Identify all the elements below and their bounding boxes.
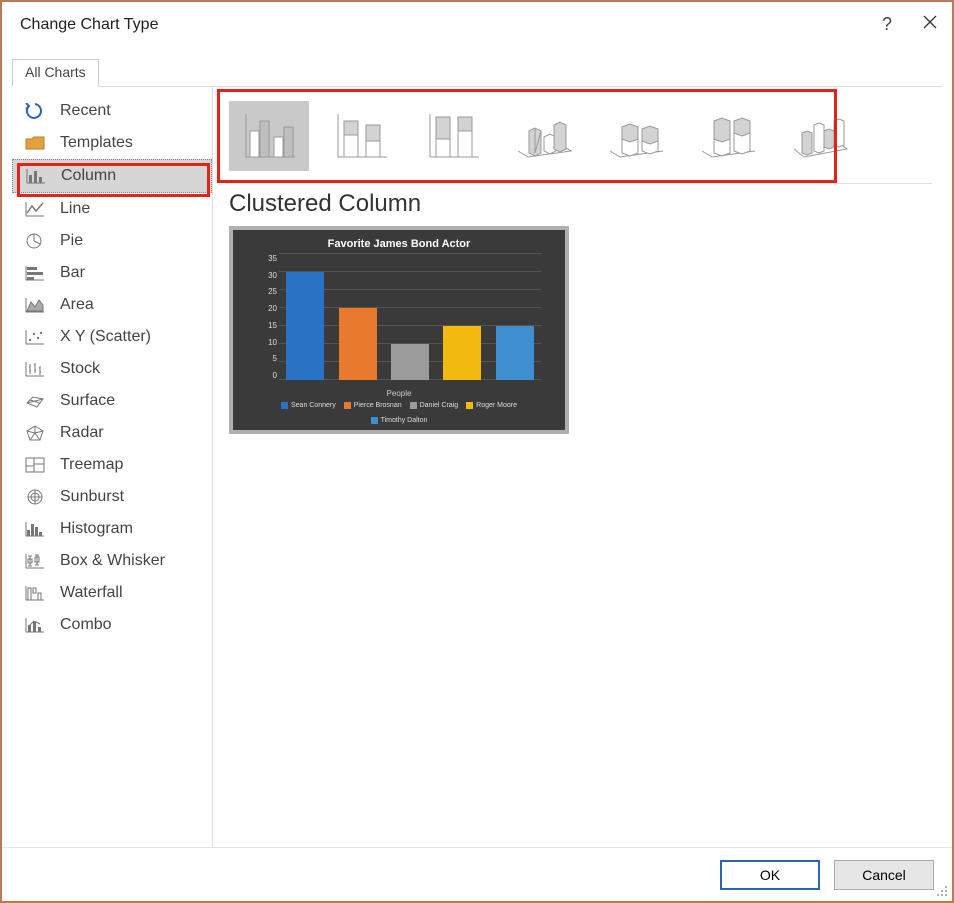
treemap-icon [24,455,46,475]
subtype-stacked-column[interactable] [321,101,401,171]
sidebar-item-area[interactable]: Area [12,289,212,321]
dialog-buttons: OK Cancel [2,847,952,901]
main-panel: Clustered Column Favorite James Bond Act… [212,87,942,847]
sidebar-item-label: Column [61,167,116,185]
sidebar-item-label: Pie [60,232,83,250]
chart-bar [286,272,324,380]
column-icon [25,166,47,186]
chart-bar [443,326,481,380]
area-icon [24,295,46,315]
tab-all-charts[interactable]: All Charts [12,59,99,87]
sidebar-item-label: Bar [60,264,85,282]
sidebar-item-waterfall[interactable]: Waterfall [12,577,212,609]
subtype-row [225,93,942,183]
sidebar-item-combo[interactable]: Combo [12,609,212,641]
sidebar-item-label: Sunburst [60,488,124,506]
legend-item: Sean Connery [281,402,336,409]
sidebar-item-label: Treemap [60,456,123,474]
sidebar-item-label: Templates [60,134,133,152]
recent-icon [24,101,46,121]
scatter-icon [24,327,46,347]
line-icon [24,199,46,219]
legend-item: Roger Moore [466,402,517,409]
subtype-clustered-column[interactable] [229,101,309,171]
window-title: Change Chart Type [16,16,158,34]
sunburst-icon [24,487,46,507]
dialog-content: Recent Templates Column Line [12,86,942,847]
chart-bar [391,344,429,380]
sidebar-item-histogram[interactable]: Histogram [12,513,212,545]
surface-icon [24,391,46,411]
sidebar-item-templates[interactable]: Templates [12,127,212,159]
sidebar-item-label: Recent [60,102,111,120]
sidebar-item-label: Combo [60,616,112,634]
chart-xlabel: People [257,389,541,398]
sidebar-item-boxwhisker[interactable]: Box & Whisker [12,545,212,577]
resize-grip-icon[interactable] [936,885,948,897]
chart-bar [496,326,534,380]
histogram-icon [24,519,46,539]
sidebar-item-label: Surface [60,392,115,410]
templates-icon [24,133,46,153]
sidebar-item-label: Histogram [60,520,133,538]
sidebar-item-label: Line [60,200,90,218]
sidebar-item-bar[interactable]: Bar [12,257,212,289]
tabs-row: All Charts [12,58,952,86]
sidebar-item-label: X Y (Scatter) [60,328,151,346]
sidebar-item-label: Box & Whisker [60,552,165,570]
sidebar-item-radar[interactable]: Radar [12,417,212,449]
help-button[interactable]: ? [882,14,892,35]
chart-plot-area: 35302520151050 People [257,254,541,398]
legend-item: Timothy Dalton [371,417,428,424]
sidebar-item-stock[interactable]: Stock [12,353,212,385]
boxwhisker-icon [24,551,46,571]
chart-legend: Sean Connery Pierce Brosnan Daniel Craig Ro… [257,402,541,424]
subtype-3d-100-stacked-column[interactable] [689,101,769,171]
subtype-100-stacked-column[interactable] [413,101,493,171]
chart-preview-title: Favorite James Bond Actor [257,238,541,250]
titlebar: Change Chart Type ? [2,2,952,48]
chart-preview[interactable]: Favorite James Bond Actor 35302520151050… [229,226,569,434]
legend-item: Pierce Brosnan [344,402,402,409]
sidebar-item-recent[interactable]: Recent [12,95,212,127]
subtype-3d-column[interactable] [781,101,861,171]
sidebar-item-surface[interactable]: Surface [12,385,212,417]
chart-category-sidebar: Recent Templates Column Line [12,87,212,847]
pie-icon [24,231,46,251]
sidebar-item-treemap[interactable]: Treemap [12,449,212,481]
sidebar-item-sunburst[interactable]: Sunburst [12,481,212,513]
close-button[interactable] [922,14,938,35]
close-icon [922,14,938,30]
cancel-button[interactable]: Cancel [834,860,934,890]
sidebar-item-column[interactable]: Column [12,159,212,193]
sidebar-item-line[interactable]: Line [12,193,212,225]
change-chart-type-dialog: Change Chart Type ? All Charts Recent Te… [0,0,954,903]
chart-bar [339,308,377,380]
stock-icon [24,359,46,379]
subtype-3d-stacked-column[interactable] [597,101,677,171]
radar-icon [24,423,46,443]
sidebar-item-label: Stock [60,360,100,378]
sidebar-item-scatter[interactable]: X Y (Scatter) [12,321,212,353]
legend-item: Daniel Craig [410,402,459,409]
sidebar-item-label: Area [60,296,94,314]
waterfall-icon [24,583,46,603]
bar-icon [24,263,46,283]
combo-icon [24,615,46,635]
sidebar-item-pie[interactable]: Pie [12,225,212,257]
chart-subtype-title: Clustered Column [229,190,942,218]
subtype-3d-clustered-column[interactable] [505,101,585,171]
sidebar-item-label: Radar [60,424,104,442]
sidebar-item-label: Waterfall [60,584,123,602]
ok-button[interactable]: OK [720,860,820,890]
